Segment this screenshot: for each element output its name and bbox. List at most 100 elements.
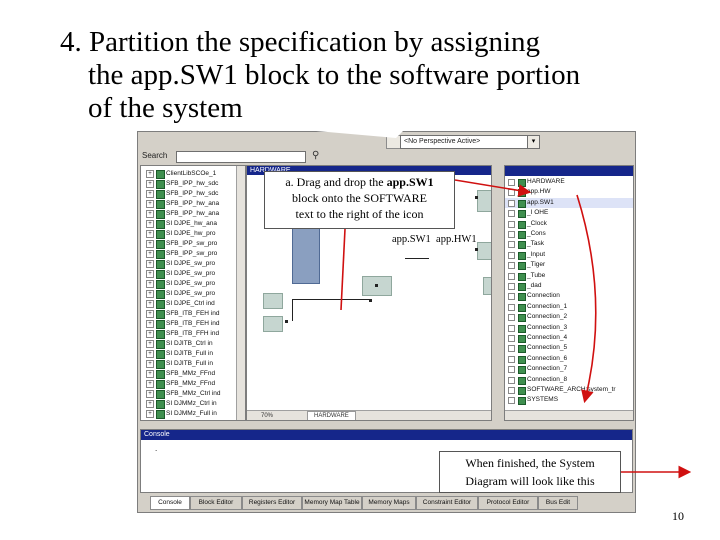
expand-icon[interactable] — [508, 324, 515, 332]
bottom-tab[interactable]: Console — [150, 496, 190, 510]
hardware-tree-item[interactable]: app.SW1 — [505, 197, 633, 208]
expand-icon[interactable]: + — [146, 210, 154, 218]
tree-item[interactable]: + SI DJMMz_Full in — [141, 408, 245, 419]
expand-icon[interactable]: + — [146, 310, 154, 318]
tree-item[interactable]: + SFB_ITB_FEH ind — [141, 308, 245, 319]
tree-item[interactable]: + SFB_IPP_hw_ana — [141, 198, 245, 209]
perspective-select[interactable]: <No Perspective Active> — [400, 135, 529, 149]
hardware-tree-item[interactable]: Connection_3 — [505, 323, 633, 333]
tree-item[interactable]: + SFB_IPP_hw_sdc — [141, 188, 245, 199]
tree-item[interactable]: + SI DJPE_sw_pro — [141, 278, 245, 289]
tree-item[interactable]: + SI DJPE_Ctrl ind — [141, 298, 245, 309]
expand-icon[interactable] — [508, 231, 515, 238]
bottom-tab[interactable]: Block Editor — [190, 496, 242, 510]
diagram-block[interactable] — [477, 190, 491, 212]
bottom-tab[interactable]: Memory Maps — [362, 496, 416, 510]
expand-icon[interactable] — [508, 189, 515, 197]
hardware-tree-item[interactable]: _dad — [505, 281, 633, 291]
diagram-block[interactable] — [263, 293, 283, 309]
expand-icon[interactable] — [508, 199, 515, 207]
expand-icon[interactable] — [508, 355, 515, 363]
tree-item[interactable]: + SI DJITB_Full in — [141, 348, 245, 359]
tree-item[interactable]: + SI DJPE_sw_pro — [141, 268, 245, 279]
expand-icon[interactable] — [508, 262, 515, 270]
diagram-block[interactable] — [477, 242, 491, 260]
expand-icon[interactable] — [508, 241, 515, 249]
expand-icon[interactable]: + — [146, 170, 154, 178]
bottom-tab[interactable]: Constraint Editor — [416, 496, 478, 510]
hardware-tree-item[interactable]: Connection_5 — [505, 343, 633, 354]
diagram-tab-hardware[interactable]: HARDWARE — [307, 411, 356, 420]
hardware-tree-item[interactable]: _Tiger — [505, 260, 633, 271]
hardware-tree-item[interactable]: _I OHE — [505, 208, 633, 219]
expand-icon[interactable]: + — [146, 220, 154, 228]
toolbar-icon[interactable] — [386, 135, 401, 149]
bottom-tab[interactable]: Registers Editor — [242, 496, 302, 510]
expand-icon[interactable]: + — [146, 340, 154, 348]
tree-item[interactable]: + SI DJPE_sw_pro — [141, 258, 245, 269]
expand-icon[interactable] — [508, 335, 515, 342]
hardware-tree-item[interactable]: Connection_1 — [505, 302, 633, 312]
tree-item[interactable]: + SFB_ITB_FEH ind — [141, 318, 245, 329]
expand-icon[interactable]: + — [146, 330, 154, 338]
tree-item[interactable]: + SFB_MMz_Ctrl ind — [141, 388, 245, 399]
expand-icon[interactable] — [508, 251, 515, 259]
expand-icon[interactable] — [508, 366, 515, 374]
expand-icon[interactable] — [508, 272, 515, 280]
expand-icon[interactable]: + — [146, 260, 154, 268]
hardware-tree-item[interactable]: HARDWARE — [505, 177, 633, 187]
expand-icon[interactable] — [508, 179, 515, 186]
hardware-tree-item[interactable]: Connection — [505, 291, 633, 302]
hardware-tree-item[interactable]: Connection_8 — [505, 375, 633, 385]
expand-icon[interactable] — [508, 397, 515, 405]
expand-icon[interactable]: + — [146, 360, 154, 368]
tree-scrollbar[interactable] — [236, 166, 245, 420]
diagram-scrollbar[interactable]: 70% HARDWARE — [247, 410, 491, 420]
hardware-tree-item[interactable]: app.HW — [505, 187, 633, 198]
expand-icon[interactable] — [508, 210, 515, 218]
tree-item[interactable]: + SI DJPE_hw_pro — [141, 228, 245, 239]
tree-nav-buttons[interactable] — [505, 410, 633, 420]
chevron-down-icon[interactable]: ▾ — [527, 135, 540, 149]
expand-icon[interactable] — [508, 303, 515, 311]
expand-icon[interactable] — [508, 293, 515, 301]
expand-icon[interactable] — [508, 345, 515, 353]
hardware-tree-item[interactable]: _Clock — [505, 219, 633, 229]
bottom-tab[interactable]: Bus Edit — [538, 496, 578, 510]
expand-icon[interactable]: + — [146, 250, 154, 258]
expand-icon[interactable]: + — [146, 380, 154, 388]
tree-item[interactable]: + SI DJITB_Full in — [141, 358, 245, 369]
expand-icon[interactable]: + — [146, 300, 154, 308]
hardware-tree-item[interactable]: _Tube — [505, 271, 633, 281]
expand-icon[interactable]: + — [146, 400, 154, 408]
tree-item[interactable]: + ClientLibSCOe_1 — [141, 168, 245, 179]
expand-icon[interactable] — [508, 387, 515, 394]
tree-item[interactable]: + SI DJPE_sw_pro — [141, 288, 245, 299]
tree-item[interactable]: + SFB_MMz_FFnd — [141, 368, 245, 379]
expand-icon[interactable]: + — [146, 370, 154, 378]
expand-icon[interactable]: + — [146, 410, 154, 418]
tree-item[interactable]: + SI DJITB_Ctrl in — [141, 338, 245, 349]
expand-icon[interactable]: + — [146, 240, 154, 248]
hardware-tree-item[interactable]: SOFTWARE_ARCH:system_tr — [505, 385, 633, 395]
hardware-tree-item[interactable]: SYSTEMS — [505, 395, 633, 406]
expand-icon[interactable] — [508, 220, 515, 228]
expand-icon[interactable]: + — [146, 270, 154, 278]
expand-icon[interactable] — [508, 376, 515, 384]
tree-item[interactable]: + SFB_MMz_FFnd — [141, 378, 245, 389]
expand-icon[interactable]: + — [146, 390, 154, 398]
bottom-tab[interactable]: Protocol Editor — [478, 496, 538, 510]
hardware-tree-item[interactable]: _Input — [505, 250, 633, 260]
expand-icon[interactable]: + — [146, 280, 154, 288]
hardware-tree-item[interactable]: _Task — [505, 239, 633, 250]
expand-icon[interactable]: + — [146, 290, 154, 298]
expand-icon[interactable]: + — [146, 230, 154, 238]
tree-item[interactable]: + SI DJMMz_Ctrl in — [141, 398, 245, 409]
diagram-block[interactable] — [263, 316, 283, 332]
hardware-tree-item[interactable]: _Cons — [505, 229, 633, 239]
hardware-tree-item[interactable]: Connection_6 — [505, 354, 633, 364]
hardware-tree-item[interactable]: Connection_4 — [505, 333, 633, 343]
expand-icon[interactable]: + — [146, 180, 154, 188]
expand-icon[interactable]: + — [146, 350, 154, 358]
expand-icon[interactable] — [508, 283, 515, 290]
